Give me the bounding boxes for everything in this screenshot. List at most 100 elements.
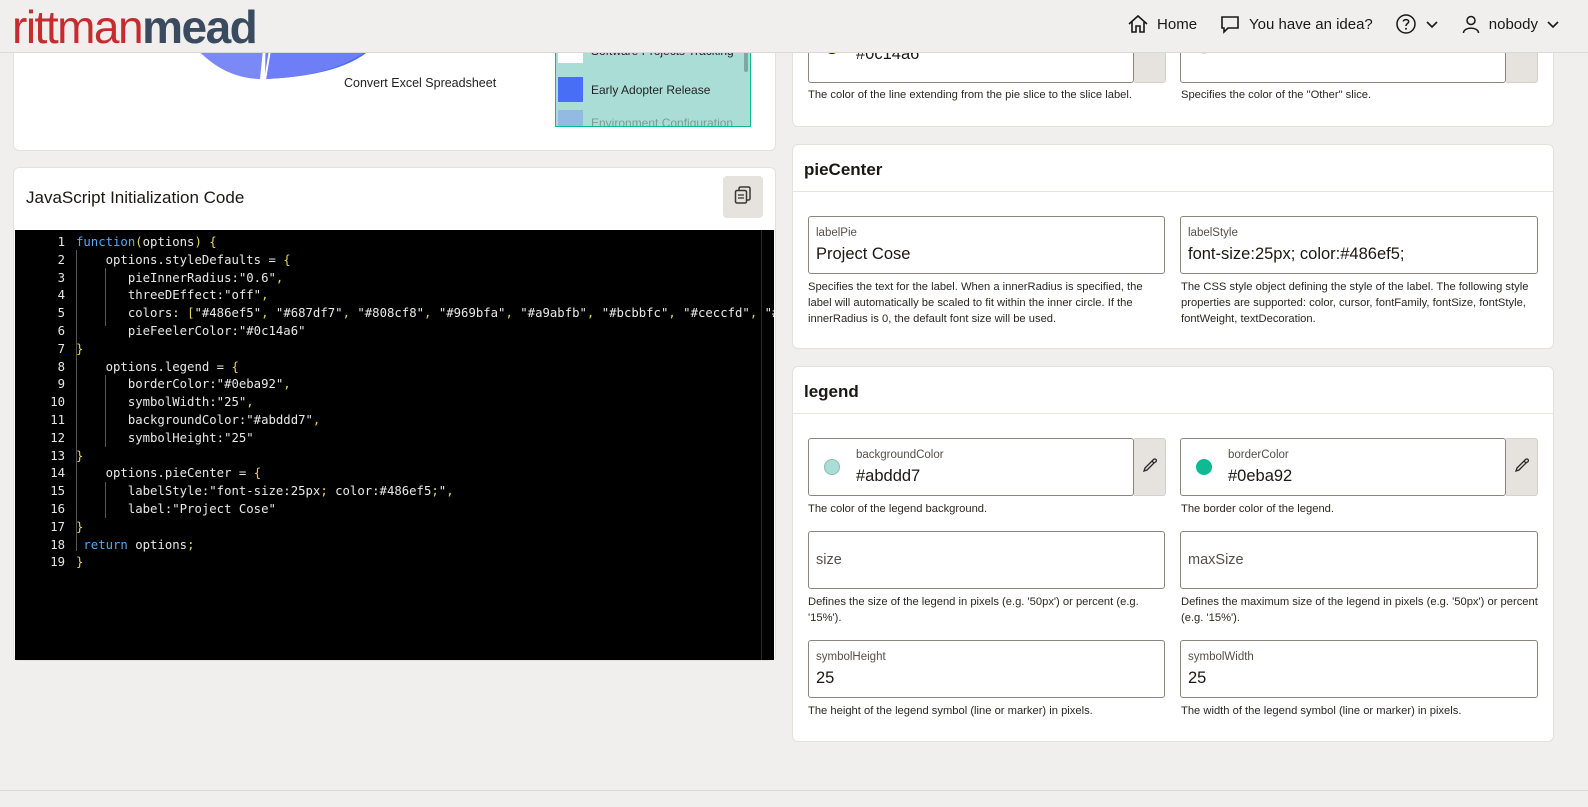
- legend-item-label: Early Adopter Release: [591, 82, 711, 97]
- color-swatch: [824, 459, 840, 475]
- logo[interactable]: rittmanmead: [12, 1, 258, 53]
- code-line: }: [76, 555, 84, 570]
- line-number: 1: [57, 235, 65, 249]
- line-number: 13: [50, 448, 65, 463]
- code-line: labelStyle:"font-size:25px; color:#486ef…: [76, 484, 454, 499]
- code-line: return options;: [83, 537, 195, 552]
- code-line: function(options) {: [76, 235, 217, 249]
- nav-user-menu[interactable]: nobody: [1461, 14, 1560, 34]
- symbol-width-value: 25: [1188, 669, 1207, 687]
- code-line: colors: ["#486ef5", "#687df7", "#808cf8"…: [76, 306, 774, 321]
- border-color-label: borderColor: [1228, 449, 1289, 461]
- code-editor[interactable]: 1 function(options) {2 options.styleDefau…: [15, 230, 774, 660]
- color-picker-button[interactable]: [1134, 438, 1166, 496]
- line-number: 10: [50, 395, 65, 410]
- line-number: 4: [57, 288, 65, 303]
- symbol-height-value: 25: [816, 669, 835, 687]
- code-line: }: [76, 519, 84, 534]
- code-line: }: [76, 448, 84, 463]
- app-header: rittmanmead Home You have an idea? nobod…: [0, 0, 1588, 53]
- code-line: pieFeelerColor:"#0c14a6": [76, 324, 306, 338]
- copy-button[interactable]: [723, 176, 763, 218]
- size-label: size: [816, 552, 842, 568]
- line-number: 12: [50, 430, 65, 445]
- label-style-label: labelStyle: [1188, 227, 1238, 239]
- pie-center-heading: pieCenter: [804, 160, 883, 179]
- symbol-height-field[interactable]: symbolHeight 25: [808, 640, 1165, 698]
- indent-guide: [105, 375, 106, 447]
- pie-center-card: pieCenter labelPie Project Cose Specifie…: [792, 144, 1554, 349]
- divider: [793, 191, 1553, 192]
- label-style-field[interactable]: labelStyle font-size:25px; color:#486ef5…: [1180, 216, 1538, 274]
- nav-home[interactable]: Home: [1127, 14, 1197, 34]
- background-color-label: backgroundColor: [856, 449, 944, 461]
- line-number: 18: [50, 537, 65, 552]
- background-color-value: #abddd7: [856, 467, 921, 485]
- label-pie-field[interactable]: labelPie Project Cose: [808, 216, 1165, 274]
- symbol-width-field[interactable]: symbolWidth 25: [1180, 640, 1538, 698]
- indent-guide: [105, 482, 106, 518]
- label-style-help: The CSS style object defining the style …: [1181, 281, 1529, 325]
- slice-label: Convert Excel Spreadsheet: [344, 76, 497, 90]
- color-picker-button[interactable]: [1506, 438, 1538, 496]
- line-number: 11: [50, 413, 65, 427]
- code-card-title: JavaScript Initialization Code: [26, 188, 245, 207]
- size-help: Defines the size of the legend in pixels…: [808, 596, 1139, 624]
- max-size-field[interactable]: maxSize: [1180, 531, 1538, 589]
- footer-divider: [0, 790, 1588, 791]
- home-icon: [1127, 14, 1149, 34]
- copy-icon: [733, 185, 753, 210]
- symbol-height-label: symbolHeight: [816, 651, 886, 663]
- border-color-field[interactable]: borderColor #0eba92: [1180, 438, 1506, 496]
- nav-idea[interactable]: You have an idea?: [1219, 14, 1373, 34]
- indent-guide: [76, 250, 77, 551]
- code-line: backgroundColor:"#abddd7",: [76, 413, 321, 427]
- line-number: 16: [50, 502, 65, 516]
- legend-heading: legend: [804, 382, 859, 401]
- chevron-down-icon: [1546, 19, 1560, 29]
- border-color-value: #0eba92: [1228, 467, 1293, 485]
- nav-home-label: Home: [1157, 15, 1198, 33]
- logo-part1: rittman: [12, 1, 144, 53]
- legend-item[interactable]: Environment Configuration: [558, 110, 734, 127]
- label-pie-value: Project Cose: [816, 245, 911, 263]
- line-number: 3: [57, 270, 65, 285]
- max-size-label: maxSize: [1188, 552, 1244, 568]
- code-line: }: [76, 341, 84, 356]
- line-number: 17: [50, 519, 65, 534]
- other-color-help: Specifies the color of the "Other" slice…: [1181, 89, 1372, 101]
- line-number: 6: [57, 324, 65, 338]
- line-number: 5: [57, 306, 65, 321]
- pie-feeler-color-help: The color of the line extending from the…: [808, 89, 1132, 101]
- eyedropper-icon: [1142, 457, 1158, 478]
- line-number: 14: [50, 466, 65, 481]
- color-swatch: [1196, 459, 1212, 475]
- nav-help-menu[interactable]: [1395, 13, 1439, 35]
- code-line: symbolWidth:"25",: [76, 395, 254, 410]
- symbol-width-help: The width of the legend symbol (line or …: [1181, 705, 1462, 717]
- max-size-help: Defines the maximum size of the legend i…: [1181, 596, 1538, 624]
- legend-symbol: [558, 77, 583, 102]
- indent-guide: [105, 268, 106, 326]
- background-color-help: The color of the legend background.: [808, 503, 988, 515]
- line-number: 19: [50, 555, 65, 570]
- code-line: options.legend = {: [76, 359, 239, 374]
- code-line: borderColor:"#0eba92",: [76, 377, 291, 392]
- legend-card: legend backgroundColor #abddd7 The color…: [792, 366, 1554, 742]
- top-nav: Home You have an idea? nobody: [1127, 13, 1560, 35]
- code-line: options.pieCenter = {: [76, 466, 262, 481]
- size-field[interactable]: size: [808, 531, 1165, 589]
- line-number: 9: [57, 377, 65, 392]
- editor-scrollbar[interactable]: [761, 230, 762, 660]
- symbol-width-label: symbolWidth: [1188, 651, 1254, 663]
- code-line: symbolHeight:"25": [76, 430, 254, 445]
- label-style-value: font-size:25px; color:#486ef5;: [1188, 245, 1405, 263]
- legend-symbol: [558, 110, 583, 126]
- code-line: pieInnerRadius:"0.6",: [76, 270, 284, 285]
- border-color-help: The border color of the legend.: [1181, 503, 1334, 515]
- line-number: 8: [57, 359, 65, 374]
- legend-item-label: Environment Configuration: [591, 115, 734, 127]
- background-color-field[interactable]: backgroundColor #abddd7: [808, 438, 1134, 496]
- legend-item[interactable]: Early Adopter Release: [558, 77, 710, 102]
- label-pie-help: Specifies the text for the label. When a…: [808, 281, 1143, 325]
